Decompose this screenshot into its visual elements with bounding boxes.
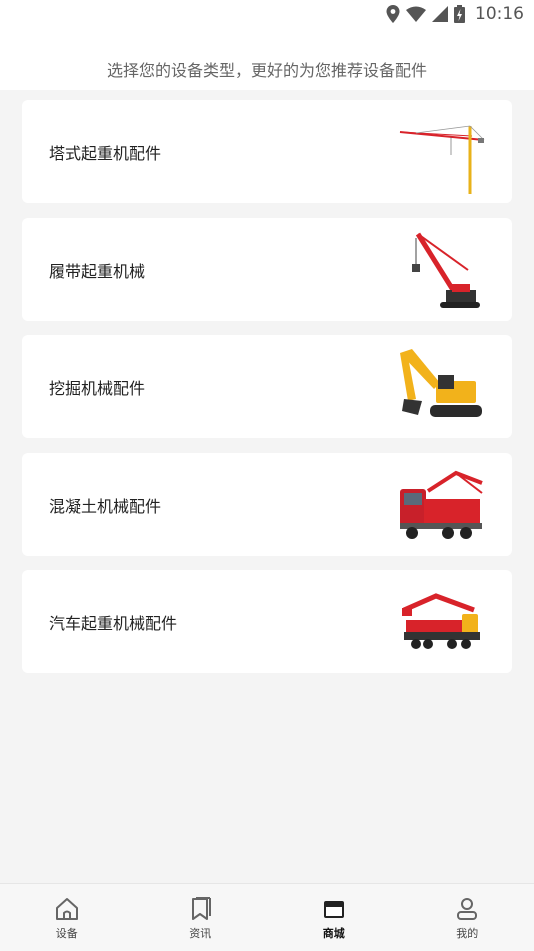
category-label: 挖掘机械配件 <box>49 375 145 399</box>
tab-news[interactable]: 资讯 <box>134 884 268 951</box>
category-label: 混凝土机械配件 <box>49 493 161 517</box>
home-icon <box>54 896 80 922</box>
category-label: 塔式起重机配件 <box>49 140 161 164</box>
category-label: 履带起重机械 <box>49 258 145 282</box>
tab-store[interactable]: 商城 <box>267 884 401 951</box>
store-icon <box>321 896 347 922</box>
category-card-crawler-crane[interactable]: 履带起重机械 <box>22 218 512 321</box>
truck-crane-image <box>396 580 488 664</box>
tab-profile[interactable]: 我的 <box>401 884 534 951</box>
status-icons: 10:16 <box>386 3 524 25</box>
bottom-tab-bar: 设备 资讯 商城 我的 <box>0 883 534 951</box>
header: 选择您的设备类型，更好的为您推荐设备配件 <box>0 28 534 90</box>
wifi-icon <box>406 6 426 22</box>
tab-label: 商城 <box>323 925 345 941</box>
category-card-tower-crane[interactable]: 塔式起重机配件 <box>22 100 512 203</box>
bookmark-icon <box>187 896 213 922</box>
battery-icon <box>454 5 465 23</box>
tab-label: 设备 <box>56 925 78 941</box>
signal-icon <box>432 6 448 22</box>
excavator-image <box>396 345 488 429</box>
user-icon <box>454 896 480 922</box>
status-time: 10:16 <box>475 4 524 24</box>
location-icon <box>386 5 400 23</box>
concrete-pump-truck-image <box>396 463 488 547</box>
tab-label: 资讯 <box>189 925 211 941</box>
status-bar: 10:16 <box>0 0 534 28</box>
category-label: 汽车起重机械配件 <box>49 610 177 634</box>
crawler-crane-image <box>396 228 488 312</box>
tab-label: 我的 <box>456 925 478 941</box>
category-card-truck-crane[interactable]: 汽车起重机械配件 <box>22 570 512 673</box>
category-card-concrete-pump[interactable]: 混凝土机械配件 <box>22 453 512 556</box>
category-list: 塔式起重机配件 履带起重机械 挖掘机械配件 <box>22 100 512 688</box>
page-title: 选择您的设备类型，更好的为您推荐设备配件 <box>0 57 534 81</box>
category-card-excavator[interactable]: 挖掘机械配件 <box>22 335 512 438</box>
tab-devices[interactable]: 设备 <box>0 884 134 951</box>
tower-crane-image <box>396 110 488 194</box>
